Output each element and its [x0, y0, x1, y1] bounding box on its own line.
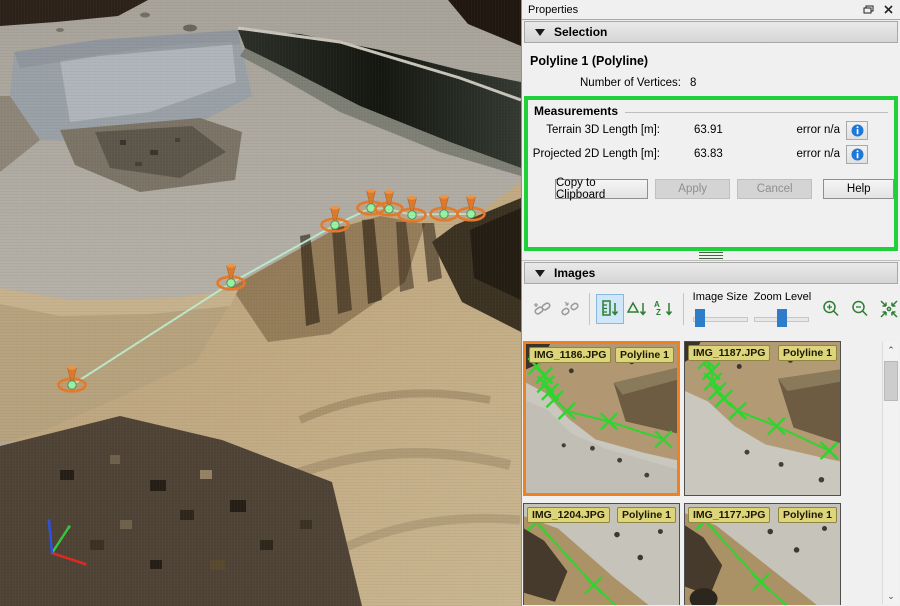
- terrain-3d-info-button[interactable]: [846, 121, 868, 140]
- properties-panel: Properties Selection Polyline 1 (Polylin…: [521, 0, 900, 606]
- selection-section-header[interactable]: Selection: [524, 21, 898, 43]
- thumbnail-filename-badge: IMG_1186.JPG: [529, 347, 611, 363]
- thumbnail-tag-badge: Polyline 1: [615, 347, 674, 363]
- vertex-count-label: Number of Vertices:: [580, 77, 681, 89]
- splitter-handle-icon[interactable]: [699, 252, 723, 259]
- sort-by-elevation-button[interactable]: [624, 295, 650, 323]
- panel-title: Properties: [528, 4, 856, 16]
- thumbnail-filename-badge: IMG_1187.JPG: [688, 345, 770, 361]
- thumbnail-img-1177[interactable]: IMG_1177.JPG Polyline 1: [684, 503, 841, 605]
- collapse-triangle-icon: [535, 29, 545, 36]
- panel-splitter[interactable]: [522, 251, 900, 261]
- zoom-in-button[interactable]: [820, 297, 843, 321]
- copy-to-clipboard-button[interactable]: Copy to Clipboard: [555, 179, 648, 199]
- thumbnail-img-1187[interactable]: IMG_1187.JPG Polyline 1: [684, 341, 841, 496]
- measurements-groupbox-header: Measurements: [534, 104, 888, 118]
- images-header-label: Images: [554, 266, 595, 280]
- polyline-annotation-overlay: [526, 344, 677, 493]
- apply-button: Apply: [655, 179, 730, 199]
- selected-object-title: Polyline 1 (Polyline): [530, 54, 900, 68]
- image-thumbnail-list: IMG_1186.JPG Polyline 1 IMG_1187: [522, 341, 900, 605]
- measurements-button-row: Copy to Clipboard Apply Cancel Help: [528, 179, 894, 199]
- projected-2d-length-error: error n/a: [760, 148, 840, 160]
- polyline-annotation-overlay: [685, 342, 840, 495]
- zoom-level-slider[interactable]: [754, 309, 809, 327]
- thumbnail-scrollbar[interactable]: ⌃ ⌄: [882, 342, 899, 604]
- measurements-label: Measurements: [534, 104, 618, 118]
- close-panel-icon[interactable]: [880, 3, 896, 17]
- image-size-slider[interactable]: [693, 309, 748, 327]
- thumbnail-tag-badge: Polyline 1: [617, 507, 676, 523]
- thumbnail-grid: IMG_1186.JPG Polyline 1 IMG_1187: [523, 341, 900, 605]
- sort-by-distance-button[interactable]: [596, 294, 624, 324]
- sort-alphabetical-button[interactable]: A Z: [650, 295, 676, 323]
- thumbnail-img-1204[interactable]: IMG_1204.JPG Polyline 1: [523, 503, 680, 605]
- scroll-up-arrow-icon[interactable]: ⌃: [883, 343, 899, 357]
- thumbnail-tag-badge: Polyline 1: [778, 507, 837, 523]
- measurement-row: Terrain 3D Length [m]: 63.91 error n/a: [528, 118, 866, 142]
- thumbnail-filename-badge: IMG_1204.JPG: [527, 507, 610, 523]
- zoom-level-slider-handle[interactable]: [777, 309, 787, 327]
- thumbnail-filename-badge: IMG_1177.JPG: [688, 507, 770, 523]
- collapse-triangle-icon: [535, 270, 545, 277]
- zoom-fit-button[interactable]: [877, 297, 900, 321]
- image-size-control: Image Size: [693, 291, 748, 327]
- images-toolbar: A Z Image Size Zoom Level: [522, 284, 900, 334]
- vertex-count-row: Number of Vertices: 8: [580, 77, 900, 89]
- thumbnail-badges: IMG_1204.JPG Polyline 1: [527, 507, 676, 523]
- terrain-render: [0, 0, 521, 606]
- zoom-level-label: Zoom Level: [754, 291, 811, 303]
- 3d-viewport[interactable]: [0, 0, 521, 606]
- thumbnail-badges: IMG_1177.JPG Polyline 1: [688, 507, 837, 523]
- image-size-slider-handle[interactable]: [695, 309, 705, 327]
- projected-2d-length-value: 63.83: [660, 148, 760, 160]
- thumbnail-img-1186[interactable]: IMG_1186.JPG Polyline 1: [523, 341, 680, 496]
- thumbnail-badges: IMG_1186.JPG Polyline 1: [529, 347, 674, 363]
- cancel-button: Cancel: [737, 179, 813, 199]
- projected-2d-length-label: Projected 2D Length [m]:: [528, 148, 660, 160]
- terrain-3d-length-label: Terrain 3D Length [m]:: [528, 124, 660, 136]
- thumbnail-badges: IMG_1187.JPG Polyline 1: [688, 345, 837, 361]
- toolbar-separator: [683, 293, 684, 325]
- measurements-highlight-box: Measurements Terrain 3D Length [m]: 63.9…: [524, 96, 898, 251]
- zoom-out-button[interactable]: [849, 297, 872, 321]
- link-add-button[interactable]: [530, 295, 556, 323]
- image-size-label: Image Size: [693, 291, 748, 303]
- float-panel-icon[interactable]: [860, 3, 876, 17]
- zoom-level-control: Zoom Level: [754, 291, 811, 327]
- terrain-3d-length-error: error n/a: [760, 124, 840, 136]
- toolbar-separator: [589, 293, 590, 325]
- vertex-count-value: 8: [690, 77, 696, 89]
- selection-header-label: Selection: [554, 25, 607, 39]
- properties-titlebar[interactable]: Properties: [522, 0, 900, 20]
- help-button[interactable]: Help: [823, 179, 894, 199]
- thumbnail-tag-badge: Polyline 1: [778, 345, 837, 361]
- measurement-row: Projected 2D Length [m]: 63.83 error n/a: [528, 142, 866, 166]
- svg-text:Z: Z: [656, 308, 661, 317]
- terrain-3d-length-value: 63.91: [660, 124, 760, 136]
- projected-2d-info-button[interactable]: [846, 145, 868, 164]
- groupbox-rule: [625, 112, 888, 113]
- link-break-button[interactable]: [556, 295, 582, 323]
- images-section-header[interactable]: Images: [524, 262, 898, 284]
- scrollbar-thumb[interactable]: [884, 361, 898, 401]
- scroll-down-arrow-icon[interactable]: ⌄: [883, 589, 899, 603]
